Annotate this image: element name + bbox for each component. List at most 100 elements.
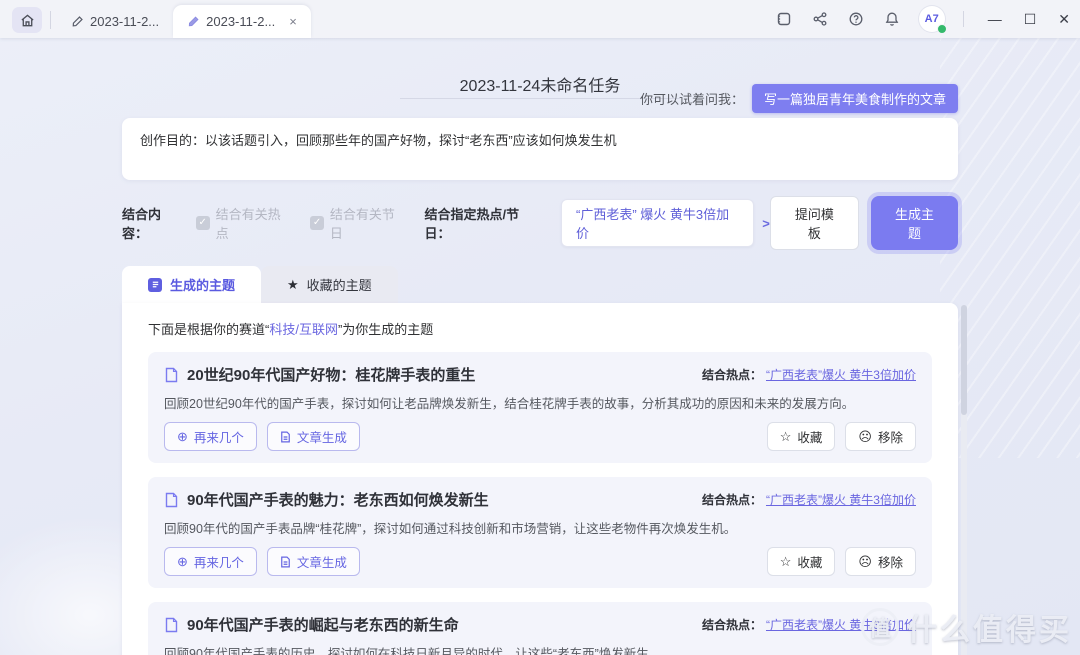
scrollbar-thumb[interactable] <box>961 305 967 415</box>
hot-topic-chip[interactable]: “广西老表” 爆火 黄牛3倍加价 <box>561 199 754 247</box>
titlebar-right: A7 — ☐ ✕ <box>775 0 1070 38</box>
tab-favorite-topics[interactable]: ★ 收藏的主题 <box>261 266 398 303</box>
circle-plus-icon: ⊕ <box>177 430 188 443</box>
window-controls: — ☐ ✕ <box>988 11 1070 28</box>
topic-description: 回顾20世纪90年代的国产手表，探讨如何让老品牌焕发新生，结合桂花牌手表的故事，… <box>164 393 916 412</box>
card-actions-left: ⊕ 再来几个 文章生成 <box>164 422 757 451</box>
browser-tab-inactive[interactable]: 2023-11-2... <box>57 5 173 38</box>
topic-description: 回顾90年代的国产手表品牌“桂花牌”，探讨如何通过科技创新和市场营销，让这些老物… <box>164 518 916 537</box>
card-title-group: 90年代国产手表的崛起与老东西的新生命 <box>164 614 702 635</box>
topic-card: 90年代国产手表的崛起与老东西的新生命 结合热点： “广西老表”爆火 黄牛3倍加… <box>148 602 932 655</box>
card-actions-left: ⊕ 再来几个 文章生成 <box>164 547 757 576</box>
topic-card: 90年代国产手表的魅力：老东西如何焕发新生 结合热点： “广西老表”爆火 黄牛3… <box>148 477 932 588</box>
card-header: 20世纪90年代国产好物：桂花牌手表的重生 结合热点： “广西老表”爆火 黄牛3… <box>164 364 916 385</box>
topic-title: 90年代国产手表的魅力：老东西如何焕发新生 <box>187 489 489 510</box>
share-icon[interactable] <box>811 10 829 28</box>
card-header: 90年代国产手表的崛起与老东西的新生命 结合热点： “广西老表”爆火 黄牛3倍加… <box>164 614 916 635</box>
specified-hot-topic-label: 结合指定热点/节日： <box>424 204 543 242</box>
suggested-question-button[interactable]: 写一篇独居青年美食制作的文章 <box>752 84 958 113</box>
tab-generated-topics[interactable]: 生成的主题 <box>122 266 261 303</box>
checkbox-label: 结合有关节日 <box>330 204 407 242</box>
button-label: 移除 <box>878 427 903 446</box>
pencil-icon <box>71 15 84 28</box>
hot-ref-label: 结合热点： <box>702 366 762 383</box>
tab-label: 收藏的主题 <box>307 275 372 294</box>
intro-suffix: ”为你生成的主题 <box>338 322 433 337</box>
star-icon: ★ <box>287 277 299 293</box>
more-topics-button[interactable]: ⊕ 再来几个 <box>164 422 257 451</box>
favorite-button[interactable]: ☆ 收藏 <box>767 547 836 576</box>
topic-title: 90年代国产手表的崛起与老东西的新生命 <box>187 614 459 635</box>
button-label: 收藏 <box>797 427 822 446</box>
intro-track-link[interactable]: 科技/互联网 <box>269 322 338 337</box>
chevron-right-icon[interactable]: > <box>762 216 770 231</box>
document-icon <box>280 556 291 568</box>
page-header: 2023-11-24未命名任务 你可以试着问我： 写一篇独居青年美食制作的文章 <box>122 38 958 114</box>
frown-face-icon: ☹ <box>858 430 872 443</box>
maximize-icon[interactable]: ☐ <box>1024 11 1037 28</box>
generate-topic-button[interactable]: 生成主题 <box>871 196 958 250</box>
checkbox-hot-topics[interactable]: ✓ 结合有关热点 <box>196 204 292 242</box>
topic-card: 20世纪90年代国产好物：桂花牌手表的重生 结合热点： “广西老表”爆火 黄牛3… <box>148 352 932 463</box>
online-status-badge <box>937 24 947 34</box>
hot-ref-link[interactable]: “广西老表”爆火 黄牛3倍加价 <box>766 491 916 508</box>
tab-label: 2023-11-2... <box>90 14 159 29</box>
hot-ref: 结合热点： “广西老表”爆火 黄牛3倍加价 <box>702 616 916 633</box>
home-button[interactable] <box>12 7 42 33</box>
bell-icon[interactable] <box>883 10 901 28</box>
help-icon[interactable] <box>847 10 865 28</box>
frown-face-icon: ☹ <box>858 555 872 568</box>
title-underline <box>400 98 680 99</box>
intro-line: 下面是根据你的赛道“科技/互联网”为你生成的主题 <box>122 303 958 344</box>
main-content: 2023-11-24未命名任务 你可以试着问我： 写一篇独居青年美食制作的文章 … <box>122 38 958 655</box>
home-icon <box>20 13 35 28</box>
browser-tab-active[interactable]: 2023-11-2... × <box>173 5 311 38</box>
checkbox-festivals[interactable]: ✓ 结合有关节日 <box>310 204 406 242</box>
hint-label: 你可以试着问我： <box>640 89 744 108</box>
hot-ref-label: 结合热点： <box>702 616 762 633</box>
button-label: 文章生成 <box>297 427 347 446</box>
card-actions: ⊕ 再来几个 文章生成 ☆ 收藏 <box>164 547 916 576</box>
close-icon[interactable]: ✕ <box>1058 11 1070 28</box>
hot-ref-link[interactable]: “广西老表”爆火 黄牛3倍加价 <box>766 366 916 383</box>
more-topics-button[interactable]: ⊕ 再来几个 <box>164 547 257 576</box>
tab-close-icon[interactable]: × <box>289 14 297 29</box>
generated-topics-icon <box>148 278 162 292</box>
document-icon <box>280 431 291 443</box>
titlebar: 2023-11-2... 2023-11-2... × A7 <box>0 0 1080 38</box>
checkbox-checked-icon: ✓ <box>196 216 210 230</box>
hot-ref: 结合热点： “广西老表”爆火 黄牛3倍加价 <box>702 491 916 508</box>
hot-ref-link[interactable]: “广西老表”爆火 黄牛3倍加价 <box>766 616 916 633</box>
generate-article-button[interactable]: 文章生成 <box>267 547 360 576</box>
tab-label: 生成的主题 <box>170 275 235 294</box>
scrollbar[interactable] <box>961 305 967 655</box>
options-row: 结合内容： ✓ 结合有关热点 ✓ 结合有关节日 结合指定热点/节日： “广西老表… <box>122 196 958 250</box>
hint-row: 你可以试着问我： 写一篇独居青年美食制作的文章 <box>640 84 958 113</box>
topic-description: 回顾90年代国产手表的历史，探讨如何在科技日新月异的时代，让这些“老东西”焕发新… <box>164 643 916 655</box>
button-label: 文章生成 <box>297 552 347 571</box>
purpose-input[interactable]: 创作目的：以该话题引入，回顾那些年的国产好物，探讨“老东西”应该如何焕发生机 <box>122 118 958 180</box>
topic-title: 20世纪90年代国产好物：桂花牌手表的重生 <box>187 364 475 385</box>
question-template-button[interactable]: 提问模板 <box>770 196 859 250</box>
layout-icon[interactable] <box>775 10 793 28</box>
titlebar-divider <box>50 11 51 29</box>
topic-tabs: 生成的主题 ★ 收藏的主题 <box>122 266 958 303</box>
remove-button[interactable]: ☹ 移除 <box>845 547 916 576</box>
user-avatar[interactable]: A7 <box>919 6 945 32</box>
button-label: 收藏 <box>797 552 822 571</box>
checkbox-label: 结合有关热点 <box>216 204 293 242</box>
star-outline-icon: ☆ <box>780 555 792 568</box>
card-header: 90年代国产手表的魅力：老东西如何焕发新生 结合热点： “广西老表”爆火 黄牛3… <box>164 489 916 510</box>
favorite-button[interactable]: ☆ 收藏 <box>767 422 836 451</box>
pencil-icon <box>187 15 200 28</box>
titlebar-divider <box>963 11 964 27</box>
generate-article-button[interactable]: 文章生成 <box>267 422 360 451</box>
app-window: 2023-11-2... 2023-11-2... × A7 <box>0 0 1080 655</box>
card-title-group: 20世纪90年代国产好物：桂花牌手表的重生 <box>164 364 702 385</box>
combine-content-label: 结合内容： <box>122 204 186 242</box>
hot-ref-label: 结合热点： <box>702 491 762 508</box>
minimize-icon[interactable]: — <box>988 11 1002 27</box>
document-icon <box>164 492 179 508</box>
star-outline-icon: ☆ <box>780 430 792 443</box>
remove-button[interactable]: ☹ 移除 <box>845 422 916 451</box>
